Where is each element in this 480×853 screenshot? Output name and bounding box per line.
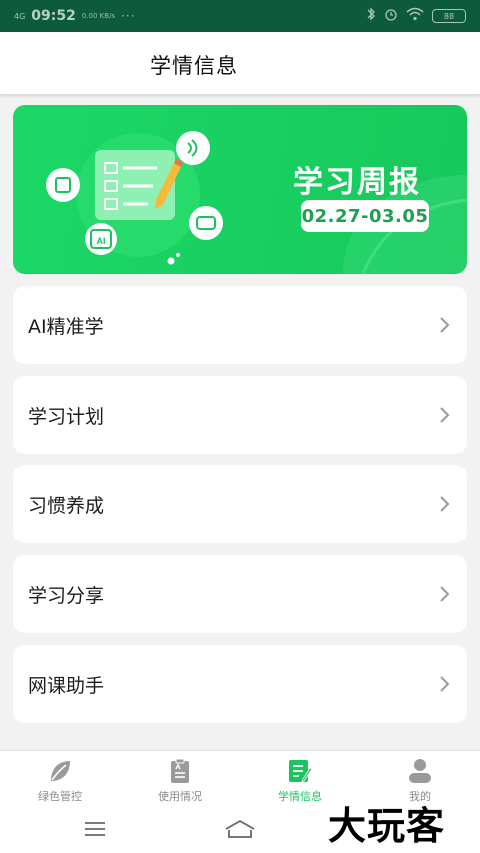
tab-green-control[interactable]: 绿色管控: [0, 751, 120, 805]
menu-item-label: 网课助手: [28, 674, 105, 697]
more-notifications-icon: ···: [121, 9, 136, 23]
menu-icon[interactable]: [83, 817, 107, 841]
tab-label: 使用情况: [158, 790, 202, 803]
home-icon[interactable]: [224, 817, 256, 841]
chevron-right-icon: [440, 676, 450, 692]
menu-item-online-class-assistant[interactable]: 网课助手: [13, 645, 467, 723]
status-time: 09:52: [31, 8, 76, 24]
notes-icon: [289, 760, 313, 783]
battery-icon: 88: [432, 9, 466, 23]
header: 学情信息: [0, 32, 480, 94]
tab-usage[interactable]: 使用情况: [120, 751, 240, 805]
banner-date-range: 02.27-03.05: [301, 200, 429, 232]
menu-item-habit-building[interactable]: 习惯养成: [13, 465, 467, 543]
chevron-right-icon: [440, 496, 450, 512]
chevron-right-icon: [440, 586, 450, 602]
watermark-text: 大玩客: [328, 804, 446, 848]
menu-item-study-plan[interactable]: 学习计划: [13, 376, 467, 454]
menu-item-label: 习惯养成: [28, 494, 105, 517]
page-title: 学情信息: [150, 54, 238, 78]
ai-badge-text: AI: [97, 236, 106, 246]
tab-label: 绿色管控: [38, 790, 82, 803]
network-speed: 0.00 KB/s: [81, 12, 116, 20]
leaf-icon: [51, 761, 70, 781]
tab-label: 学情信息: [278, 790, 322, 803]
alarm-icon: [384, 7, 398, 25]
status-bar: 4G 09:52 0.00 KB/s ··· 88: [0, 0, 480, 32]
network-indicator: 4G: [14, 11, 26, 21]
menu-item-study-sharing[interactable]: 学习分享: [13, 555, 467, 633]
weekly-report-banner[interactable]: AI 学习周报 02.27-03.05: [13, 105, 467, 274]
chevron-right-icon: [440, 317, 450, 333]
user-icon: [409, 759, 431, 783]
menu-item-ai-precise-learning[interactable]: AI精准学: [13, 286, 467, 364]
menu-item-label: 学习分享: [28, 584, 105, 607]
menu-item-label: AI精准学: [28, 315, 104, 338]
banner-title: 学习周报: [293, 165, 421, 200]
menu-item-label: 学习计划: [28, 405, 105, 428]
bluetooth-icon: [366, 7, 376, 25]
chevron-right-icon: [440, 407, 450, 423]
clipboard-icon: [171, 758, 189, 783]
wifi-icon: [406, 7, 424, 25]
